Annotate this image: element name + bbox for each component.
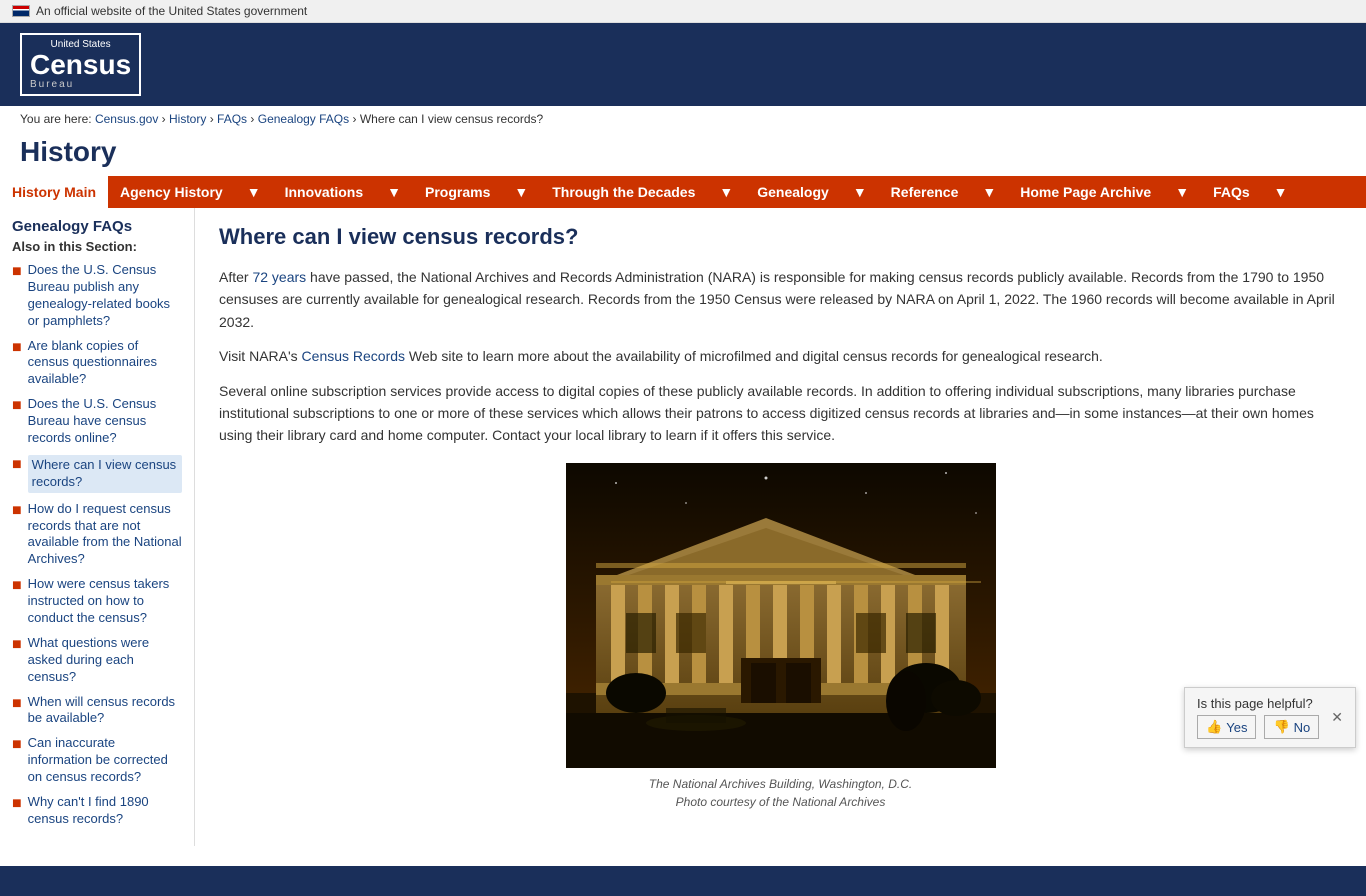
image-container: The National Archives Building, Washingt… <box>219 463 1342 811</box>
content-wrapper: Genealogy FAQs Also in this Section: ■ D… <box>0 208 1366 846</box>
sidebar-item: ■ Does the U.S. Census Bureau have censu… <box>12 396 182 447</box>
nav-reference-link[interactable]: Reference <box>879 176 971 208</box>
nav-genealogy-link[interactable]: Genealogy <box>745 176 841 208</box>
bullet-icon: ■ <box>12 455 22 474</box>
national-archives-image <box>566 463 996 768</box>
site-header: United States Census Bureau <box>0 23 1366 106</box>
nav-reference[interactable]: Reference ▼ <box>879 176 1009 208</box>
breadcrumb-genealogy-faqs[interactable]: Genealogy FAQs <box>258 112 349 126</box>
nav-faqs-link[interactable]: FAQs <box>1201 176 1262 208</box>
sidebar-item: ■ Are blank copies of census questionnai… <box>12 338 182 389</box>
breadcrumb-history[interactable]: History <box>169 112 206 126</box>
sidebar-title: Genealogy FAQs <box>12 218 182 235</box>
breadcrumb-faqs[interactable]: FAQs <box>217 112 247 126</box>
nav-reference-dropdown[interactable]: ▼ <box>970 176 1008 208</box>
main-nav: History Main Agency History ▼ Innovation… <box>0 176 1366 208</box>
sidebar-item: ■ When will census records be available? <box>12 694 182 728</box>
nav-programs[interactable]: Programs ▼ <box>413 176 540 208</box>
main-content: Where can I view census records? After 7… <box>195 208 1366 846</box>
content-para-3: Several online subscription services pro… <box>219 380 1342 447</box>
nav-home-page-archive-dropdown[interactable]: ▼ <box>1163 176 1201 208</box>
nav-agency-history-dropdown[interactable]: ▼ <box>235 176 273 208</box>
sidebar-link-records-online[interactable]: Does the U.S. Census Bureau have census … <box>28 396 182 447</box>
content-heading: Where can I view census records? <box>219 224 1342 250</box>
sidebar-section-title: Also in this Section: <box>12 239 182 254</box>
gov-banner-text: An official website of the United States… <box>36 4 307 18</box>
sidebar-link-view-records[interactable]: Where can I view census records? <box>28 455 182 493</box>
sidebar-nav: ■ Does the U.S. Census Bureau publish an… <box>12 262 182 828</box>
page-title: History <box>20 136 1346 168</box>
sidebar: Genealogy FAQs Also in this Section: ■ D… <box>0 208 195 846</box>
nav-genealogy[interactable]: Genealogy ▼ <box>745 176 878 208</box>
sidebar-item: ■ How do I request census records that a… <box>12 501 182 569</box>
sidebar-item: ■ Does the U.S. Census Bureau publish an… <box>12 262 182 330</box>
breadcrumb: You are here: Census.gov › History › FAQ… <box>0 106 1366 132</box>
72-years-link[interactable]: 72 years <box>252 269 306 285</box>
sidebar-link-when-available[interactable]: When will census records be available? <box>28 694 182 728</box>
bullet-icon: ■ <box>12 262 22 281</box>
bullet-icon: ■ <box>12 635 22 654</box>
nav-faqs[interactable]: FAQs ▼ <box>1201 176 1299 208</box>
helpful-question: Is this page helpful? <box>1197 696 1319 711</box>
bullet-icon: ■ <box>12 576 22 595</box>
sidebar-item: ■ Why can't I find 1890 census records? <box>12 794 182 828</box>
sidebar-item: ■ How were census takers instructed on h… <box>12 576 182 627</box>
bullet-icon: ■ <box>12 501 22 520</box>
helpful-yes-button[interactable]: 👍 Yes <box>1197 715 1256 739</box>
sidebar-link-books[interactable]: Does the U.S. Census Bureau publish any … <box>28 262 182 330</box>
sidebar-link-inaccurate[interactable]: Can inaccurate information be corrected … <box>28 735 182 786</box>
breadcrumb-prefix: You are here: <box>20 112 95 126</box>
bullet-icon: ■ <box>12 735 22 754</box>
page-title-area: History <box>0 132 1366 176</box>
sidebar-item-active: ■ Where can I view census records? <box>12 455 182 493</box>
image-caption-1: The National Archives Building, Washingt… <box>219 775 1342 811</box>
sidebar-link-request-records[interactable]: How do I request census records that are… <box>28 501 182 569</box>
nav-programs-dropdown[interactable]: ▼ <box>502 176 540 208</box>
logo-bottom: Bureau <box>30 79 131 90</box>
logo[interactable]: United States Census Bureau <box>20 33 141 96</box>
bullet-icon: ■ <box>12 794 22 813</box>
sidebar-link-questions[interactable]: What questions were asked during each ce… <box>28 635 182 686</box>
content-para-2: Visit NARA's Census Records Web site to … <box>219 345 1342 367</box>
helpful-close-button[interactable]: ✕ <box>1331 709 1343 726</box>
nav-genealogy-dropdown[interactable]: ▼ <box>841 176 879 208</box>
nav-innovations-link[interactable]: Innovations <box>273 176 376 208</box>
helpful-no-button[interactable]: 👎 No <box>1264 715 1319 739</box>
nav-home-page-archive-link[interactable]: Home Page Archive <box>1008 176 1163 208</box>
sidebar-link-blank-copies[interactable]: Are blank copies of census questionnaire… <box>28 338 182 389</box>
gov-banner: An official website of the United States… <box>0 0 1366 23</box>
nav-programs-link[interactable]: Programs <box>413 176 502 208</box>
nav-agency-history[interactable]: Agency History ▼ <box>108 176 273 208</box>
census-records-link[interactable]: Census Records <box>302 348 406 364</box>
bullet-icon: ■ <box>12 338 22 357</box>
nav-innovations-dropdown[interactable]: ▼ <box>375 176 413 208</box>
helpful-widget: Is this page helpful? 👍 Yes 👎 No ✕ <box>1184 687 1356 748</box>
sidebar-item: ■ Can inaccurate information be correcte… <box>12 735 182 786</box>
thumbs-up-icon: 👍 <box>1206 719 1222 735</box>
breadcrumb-census-gov[interactable]: Census.gov <box>95 112 158 126</box>
site-footer <box>0 866 1366 896</box>
logo-main: Census <box>30 51 131 79</box>
nav-agency-history-link[interactable]: Agency History <box>108 176 235 208</box>
sidebar-link-1890[interactable]: Why can't I find 1890 census records? <box>28 794 182 828</box>
us-flag-icon <box>12 5 30 17</box>
nav-home-page-archive[interactable]: Home Page Archive ▼ <box>1008 176 1201 208</box>
nav-history-main[interactable]: History Main <box>0 176 108 208</box>
nav-faqs-dropdown[interactable]: ▼ <box>1262 176 1300 208</box>
nav-innovations[interactable]: Innovations ▼ <box>273 176 413 208</box>
nav-through-decades-link[interactable]: Through the Decades <box>540 176 707 208</box>
nav-through-decades[interactable]: Through the Decades ▼ <box>540 176 745 208</box>
bullet-icon: ■ <box>12 694 22 713</box>
nav-through-decades-dropdown[interactable]: ▼ <box>707 176 745 208</box>
content-para-1: After 72 years have passed, the National… <box>219 266 1342 333</box>
thumbs-down-icon: 👎 <box>1273 719 1289 735</box>
sidebar-link-census-takers[interactable]: How were census takers instructed on how… <box>28 576 182 627</box>
nav-history-main-link[interactable]: History Main <box>0 176 108 208</box>
sidebar-item: ■ What questions were asked during each … <box>12 635 182 686</box>
bullet-icon: ■ <box>12 396 22 415</box>
